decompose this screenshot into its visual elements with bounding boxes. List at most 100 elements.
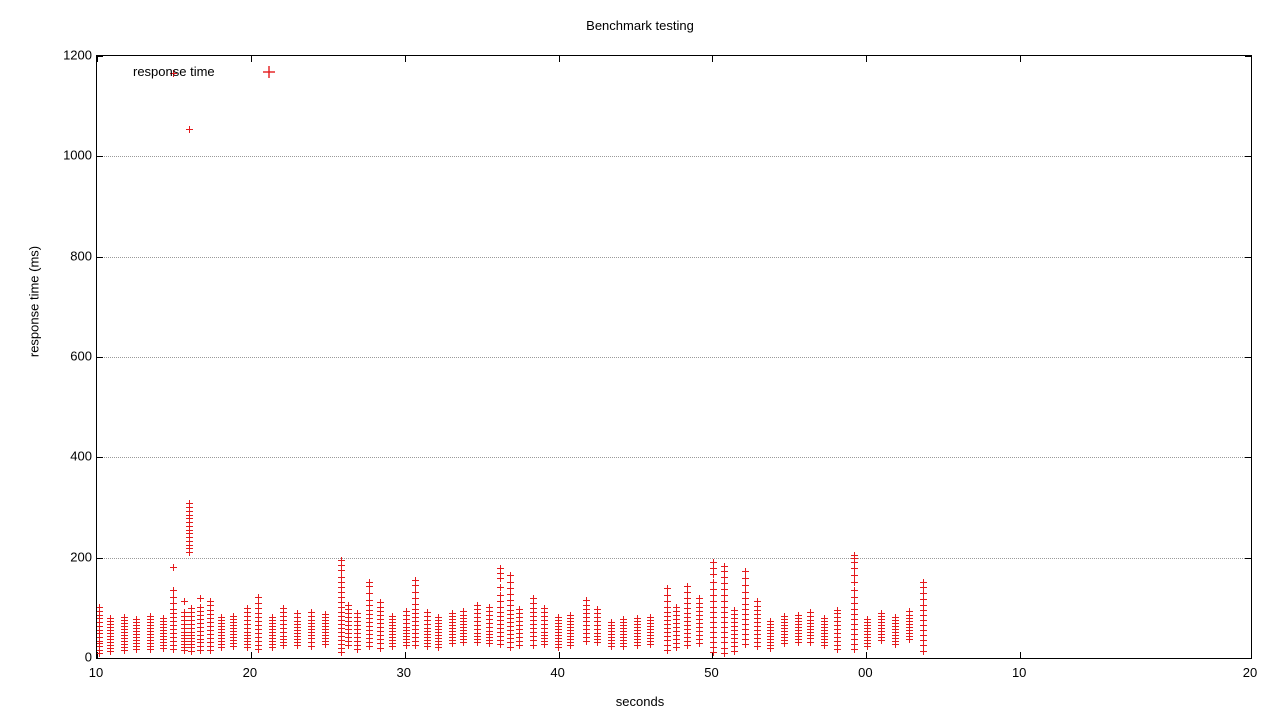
data-point xyxy=(684,618,692,626)
data-point xyxy=(878,634,886,642)
data-point xyxy=(647,623,655,631)
data-point xyxy=(294,614,302,622)
data-point xyxy=(206,606,214,614)
data-point xyxy=(709,624,717,632)
data-point xyxy=(619,622,627,630)
data-point xyxy=(767,627,775,635)
data-point xyxy=(218,629,226,637)
data-point xyxy=(255,638,263,646)
data-point xyxy=(97,611,103,619)
data-point xyxy=(781,625,789,633)
data-point xyxy=(721,609,729,617)
data-point xyxy=(582,601,590,609)
data-point xyxy=(423,631,431,639)
data-point xyxy=(742,606,750,614)
data-point xyxy=(506,607,514,615)
data-point xyxy=(555,641,563,649)
data-point xyxy=(515,630,523,638)
data-point xyxy=(566,624,574,632)
data-point xyxy=(864,640,872,648)
data-point xyxy=(529,637,537,645)
data-point xyxy=(619,616,627,624)
data-point xyxy=(663,647,671,655)
data-point xyxy=(365,639,373,647)
data-point xyxy=(243,605,251,613)
data-point xyxy=(474,610,482,618)
data-point xyxy=(834,610,842,618)
data-point xyxy=(107,630,115,638)
data-point xyxy=(423,628,431,636)
data-point xyxy=(388,640,396,648)
data-point xyxy=(594,633,602,641)
data-point xyxy=(146,637,154,645)
data-point xyxy=(767,639,775,647)
data-point xyxy=(566,636,574,644)
data-point xyxy=(197,595,205,603)
data-point xyxy=(582,634,590,642)
data-point xyxy=(338,584,346,592)
data-point xyxy=(97,623,103,631)
data-point xyxy=(280,629,288,637)
data-point xyxy=(132,634,140,642)
data-point xyxy=(672,628,680,636)
x-tick-mark xyxy=(1251,56,1252,62)
data-point xyxy=(321,614,329,622)
data-point xyxy=(308,639,316,647)
data-point xyxy=(850,621,858,629)
data-point xyxy=(185,541,193,549)
data-point xyxy=(541,638,549,646)
data-point xyxy=(243,641,251,649)
data-point xyxy=(753,611,761,619)
y-tick-label: 600 xyxy=(70,348,92,364)
data-point xyxy=(255,605,263,613)
data-point xyxy=(485,612,493,620)
data-point xyxy=(781,619,789,627)
data-point xyxy=(892,620,900,628)
data-point xyxy=(218,635,226,643)
data-point xyxy=(97,619,103,627)
data-point xyxy=(181,617,189,625)
data-point xyxy=(185,545,193,553)
data-point xyxy=(402,616,410,624)
data-point xyxy=(181,625,189,633)
data-point xyxy=(255,614,263,622)
data-point xyxy=(619,643,627,651)
data-point xyxy=(188,638,196,646)
data-point xyxy=(280,605,288,613)
data-point xyxy=(388,625,396,633)
x-tick-mark xyxy=(712,56,714,62)
data-point xyxy=(338,594,346,602)
data-point xyxy=(338,609,346,617)
data-point xyxy=(541,617,549,625)
data-point xyxy=(121,629,129,637)
data-point xyxy=(338,561,346,569)
data-point xyxy=(243,625,251,633)
x-tick-mark xyxy=(1020,652,1022,658)
data-point xyxy=(795,636,803,644)
data-point xyxy=(402,633,410,641)
x-tick-label: 20 xyxy=(242,665,258,680)
data-point xyxy=(582,614,590,622)
data-point xyxy=(684,642,692,650)
data-point xyxy=(721,614,729,622)
data-point xyxy=(97,643,103,651)
data-point xyxy=(541,629,549,637)
grid-line xyxy=(97,256,1251,258)
data-point xyxy=(169,564,177,572)
data-point xyxy=(435,644,443,652)
data-point xyxy=(767,618,775,626)
data-point xyxy=(695,632,703,640)
data-point xyxy=(485,631,493,639)
data-point xyxy=(294,624,302,632)
data-point xyxy=(795,630,803,638)
data-point xyxy=(97,626,103,634)
data-point xyxy=(672,620,680,628)
data-point xyxy=(647,629,655,637)
data-point xyxy=(647,626,655,634)
data-point xyxy=(321,611,329,619)
data-point xyxy=(695,640,703,648)
data-point xyxy=(354,610,362,618)
data-point xyxy=(255,642,263,650)
data-point xyxy=(206,627,214,635)
data-point xyxy=(721,619,729,627)
